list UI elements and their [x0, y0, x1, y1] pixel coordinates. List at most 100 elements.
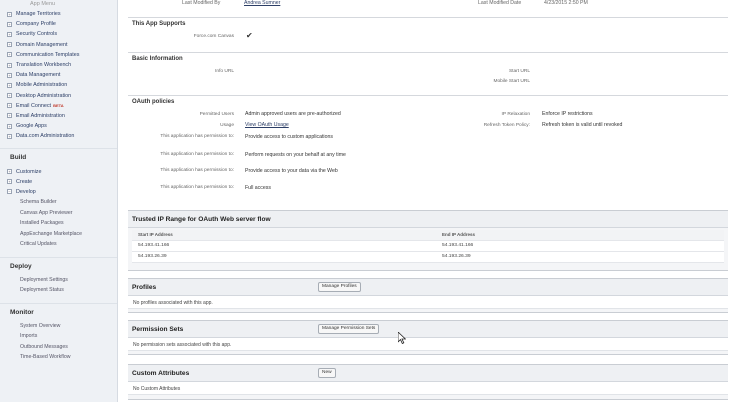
last-modified-by-label: Last Modified By	[182, 0, 221, 6]
sidebar-link-installed-packages[interactable]: Installed Packages	[0, 218, 117, 229]
sidebar-link-system-overview[interactable]: System Overview	[0, 321, 117, 332]
section-title: Basic Information	[132, 56, 183, 62]
start-ip-cell: 54.193.26.39	[138, 254, 167, 259]
table-row: 54.193.26.39 54.193.26.39	[132, 252, 724, 263]
expand-icon[interactable]: +	[7, 169, 12, 175]
expand-icon[interactable]: +	[7, 103, 12, 109]
section-title: OAuth policies	[132, 99, 175, 105]
permission-label: This application has permission to:	[160, 168, 234, 173]
sidebar-item-google-apps[interactable]: + Google Apps	[0, 121, 117, 131]
end-ip-header: End IP Address	[442, 232, 476, 237]
app-supports-section: This App Supports Force.com Canvas ✔	[128, 17, 728, 51]
view-oauth-usage-link[interactable]: View OAuth Usage	[245, 122, 289, 128]
expand-icon[interactable]: +	[7, 93, 12, 99]
manage-permission-sets-button[interactable]: Manage Permission Sets	[318, 324, 380, 334]
permission-value: Full access	[245, 185, 271, 191]
sidebar-item-data-management[interactable]: + Data Management	[0, 70, 117, 80]
ip-relaxation-value: Enforce IP restrictions	[542, 111, 593, 117]
beta-badge: BETA	[53, 103, 64, 109]
expand-icon[interactable]: +	[7, 179, 12, 185]
sidebar-item-translation-workbench[interactable]: + Translation Workbench	[0, 60, 117, 70]
related-list-header: Custom Attributes New	[128, 365, 728, 382]
expand-icon[interactable]: +	[7, 11, 12, 17]
sidebar-top-label: App Menu	[30, 1, 56, 7]
sidebar-item-create[interactable]: + Create	[0, 177, 117, 187]
related-list-header: Permission Sets Manage Permission Sets	[128, 321, 728, 338]
last-modified-row: Last Modified By Andrea Sumner Last Modi…	[128, 0, 728, 8]
sidebar-item-customize[interactable]: + Customize	[0, 166, 117, 176]
usage-label: Usage	[220, 123, 234, 128]
refresh-token-value: Refresh token is valid until revoked	[542, 122, 623, 128]
sidebar-link-appexchange-marketplace[interactable]: AppExchange Marketplace	[0, 229, 117, 240]
mouse-cursor-icon	[398, 332, 406, 344]
sidebar-heading-monitor: Monitor	[0, 302, 117, 321]
sidebar-item-mobile-administration[interactable]: + Mobile Administration	[0, 80, 117, 90]
mobile-start-url-label: Mobile Start URL	[493, 79, 530, 84]
sidebar-link-time-based-workflow[interactable]: Time-Based Workflow	[0, 352, 117, 363]
permission-sets-related-list: Permission Sets Manage Permission Sets N…	[128, 320, 728, 355]
permission-label: This application has permission to:	[160, 134, 234, 139]
expand-icon[interactable]: +	[7, 82, 12, 88]
permission-value: Provide access to your data via the Web	[245, 168, 338, 174]
section-title: This App Supports	[132, 21, 186, 27]
end-ip-cell: 54.193.41.166	[442, 243, 474, 248]
sidebar-item-email-connect[interactable]: + Email Connect BETA	[0, 101, 117, 111]
sidebar-item-communication-templates[interactable]: + Communication Templates	[0, 50, 117, 60]
related-list-title: Trusted IP Range for OAuth Web server fl…	[132, 216, 271, 223]
permitted-users-value: Admin approved users are pre-authorized	[245, 111, 341, 117]
start-url-label: Start URL	[508, 69, 530, 74]
collapse-icon[interactable]: −	[7, 189, 12, 195]
sidebar-item-manage-territories[interactable]: + Manage Territories	[0, 9, 117, 19]
permission-value: Provide access to custom applications	[245, 134, 333, 140]
permission-label: This application has permission to:	[160, 185, 234, 190]
sidebar-item-develop[interactable]: − Develop	[0, 187, 117, 197]
expand-icon[interactable]: +	[7, 72, 12, 78]
manage-profiles-button[interactable]: Manage Profiles	[318, 282, 361, 292]
sidebar-link-schema-builder[interactable]: Schema Builder	[0, 197, 117, 208]
expand-icon[interactable]: +	[7, 31, 12, 37]
start-ip-cell: 54.193.41.166	[138, 243, 170, 248]
expand-icon[interactable]: +	[7, 21, 12, 27]
sidebar-link-imports[interactable]: Imports	[0, 331, 117, 342]
profiles-related-list: Profiles Manage Profiles No profiles ass…	[128, 278, 728, 313]
trusted-ip-related-list: Trusted IP Range for OAuth Web server fl…	[128, 210, 728, 271]
sidebar-link-outbound-messages[interactable]: Outbound Messages	[0, 342, 117, 353]
sidebar-item-domain-management[interactable]: + Domain Management	[0, 40, 117, 50]
sidebar-link-deployment-settings[interactable]: Deployment Settings	[0, 275, 117, 286]
sidebar-heading-build: Build	[0, 148, 117, 166]
end-ip-cell: 54.193.26.39	[442, 254, 471, 259]
expand-icon[interactable]: +	[7, 133, 12, 139]
sidebar-item-email-administration[interactable]: + Email Administration	[0, 111, 117, 121]
sidebar-link-deployment-status[interactable]: Deployment Status	[0, 285, 117, 296]
expand-icon[interactable]: +	[7, 62, 12, 68]
expand-icon[interactable]: +	[7, 123, 12, 129]
sidebar-item-desktop-administration[interactable]: + Desktop Administration	[0, 91, 117, 101]
basic-info-section: Basic Information Info URL Start URL Mob…	[128, 52, 728, 94]
sidebar-link-critical-updates[interactable]: Critical Updates	[0, 239, 117, 250]
table-row: 54.193.41.166 54.193.41.166	[132, 241, 724, 252]
ip-relaxation-label: IP Relaxation	[501, 112, 530, 117]
expand-icon[interactable]: +	[7, 52, 12, 58]
main-content: Last Modified By Andrea Sumner Last Modi…	[128, 0, 730, 402]
expand-icon[interactable]: +	[7, 113, 12, 119]
permitted-users-label: Permitted Users	[199, 112, 234, 117]
checkmark-icon: ✔	[246, 31, 253, 40]
related-list-empty-message: No Custom Attributes	[128, 382, 728, 395]
oauth-policies-section: OAuth policies Permitted Users Admin app…	[128, 95, 728, 205]
last-modified-by-link[interactable]: Andrea Sumner	[244, 0, 280, 6]
last-modified-date: 4/23/2015 2:50 PM	[544, 0, 588, 6]
sidebar-heading-deploy: Deploy	[0, 256, 117, 275]
related-list-title: Custom Attributes	[132, 370, 190, 377]
sidebar-item-company-profile[interactable]: + Company Profile	[0, 19, 117, 29]
related-list-title: Permission Sets	[132, 326, 184, 333]
expand-icon[interactable]: +	[7, 42, 12, 48]
last-modified-date-label: Last Modified Date	[478, 0, 522, 6]
table-header-row: Start IP Address End IP Address	[132, 230, 724, 241]
sidebar-link-canvas-app-previewer[interactable]: Canvas App Previewer	[0, 208, 117, 219]
sidebar-item-data-com-administration[interactable]: + Data.com Administration	[0, 131, 117, 141]
sidebar-item-security-controls[interactable]: + Security Controls	[0, 29, 117, 39]
permission-label: This application has permission to:	[160, 152, 234, 157]
permission-value: Perform requests on your behalf at any t…	[245, 152, 346, 158]
new-custom-attribute-button[interactable]: New	[318, 368, 336, 378]
refresh-token-label: Refresh Token Policy:	[483, 123, 530, 128]
